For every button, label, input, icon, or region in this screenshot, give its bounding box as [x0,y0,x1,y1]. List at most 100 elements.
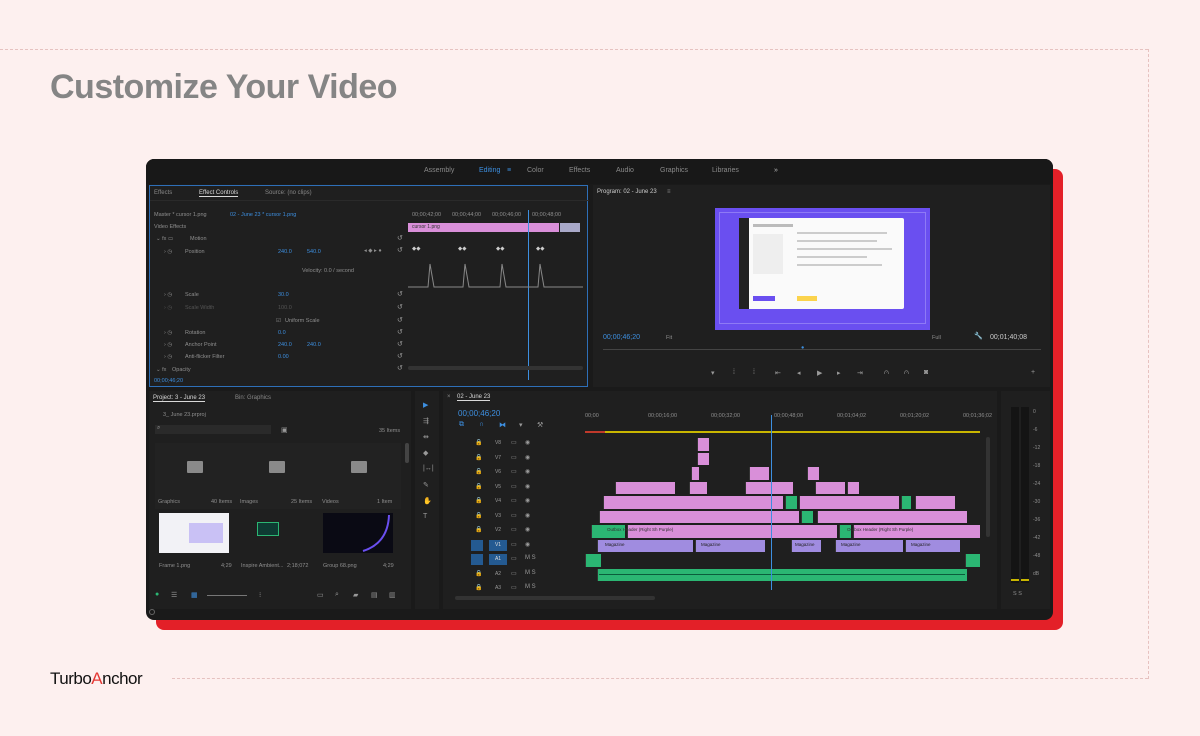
go-to-in-icon[interactable]: ⇤ [775,369,781,377]
timeline-playhead[interactable] [771,415,772,590]
ec-zoom-scrollbar[interactable] [408,366,583,370]
add-button-icon[interactable]: + [1031,369,1035,376]
timeline-clip[interactable] [691,467,699,480]
solo-icon[interactable]: S S [1013,591,1022,597]
track-label-v8[interactable]: V8 [489,438,507,449]
timeline-clip[interactable] [901,496,911,509]
add-marker-icon[interactable]: ▾ [519,421,523,429]
track-label-v4[interactable]: V4 [489,496,507,507]
reset-icon[interactable]: ↺ [397,340,403,348]
eye-icon[interactable]: M S [525,570,536,576]
workspace-assembly[interactable]: Assembly [424,167,454,174]
thumb-frame1[interactable] [159,513,229,553]
settings-wrench-icon[interactable]: ⚒ [537,421,543,429]
new-bin-icon[interactable]: ▣ [281,426,288,434]
track-lock-icon[interactable]: 🔒 [475,526,482,533]
eye-icon[interactable]: ◉ [525,439,530,446]
rotation-stopwatch-icon[interactable]: › ◷ [164,330,172,336]
eye-icon[interactable]: M S [525,555,536,561]
reset-icon[interactable]: ↺ [397,328,403,336]
timeline-clip[interactable] [807,467,819,480]
mark-out-icon[interactable]: ⁞ [733,369,735,376]
track-lock-icon[interactable]: 🔒 [475,497,482,504]
keyframe-icon[interactable]: ◆◆ [496,246,504,252]
reset-icon[interactable]: ↺ [397,234,403,242]
flicker-value[interactable]: 0.00 [278,354,289,360]
bin-graphics[interactable]: Graphics 40 Items [155,443,237,509]
list-view-icon[interactable]: ☰ [171,591,177,599]
track-lock-icon[interactable]: 🔒 [475,570,482,577]
sort-icon[interactable]: ⁝ [259,591,261,599]
track-label-v2[interactable]: V2 [489,525,507,536]
scale-value[interactable]: 30.0 [278,292,289,298]
step-back-icon[interactable]: ◂ [797,369,801,377]
eye-icon[interactable]: M S [525,584,536,590]
tab-project[interactable]: Project: 3 - June 23 [153,395,206,402]
lock-icon[interactable]: ● [155,591,159,598]
more-workspaces-icon[interactable]: » [774,167,778,174]
timeline-clip[interactable] [599,510,799,523]
workspace-effects[interactable]: Effects [569,167,590,174]
timeline-clip[interactable] [915,496,955,509]
timeline-clip[interactable] [585,554,601,567]
track-output-icon[interactable]: ▭ [511,468,517,475]
slip-tool-icon[interactable]: |↔| [423,465,434,472]
timeline-clip[interactable] [745,481,793,494]
program-scrub-bar[interactable] [603,349,1041,350]
automate-icon[interactable]: ▭ [317,591,324,599]
track-label-v1[interactable]: V1 [489,539,507,551]
track-output-icon[interactable]: ▭ [511,584,517,591]
tab-effect-controls[interactable]: Effect Controls [199,190,239,197]
bin-videos[interactable]: Videos 1 Item [319,443,401,509]
ec-transition[interactable] [560,223,580,232]
video-frame[interactable] [715,208,930,330]
timeline-timecode[interactable]: 00;00;46;20 [458,409,500,418]
track-output-icon[interactable]: ▭ [511,454,517,461]
timeline-clip[interactable] [689,481,707,494]
reset-icon[interactable]: ↺ [397,364,403,372]
track-output-icon[interactable]: ▭ [511,497,517,504]
workspace-graphics[interactable]: Graphics [660,167,688,174]
eye-icon[interactable]: ◉ [525,468,530,475]
snap-icon[interactable]: ∩ [479,421,484,428]
timeline-h-scrollbar[interactable] [455,596,655,600]
tab-sequence[interactable]: 02 - June 23 [457,394,491,401]
resolution-select[interactable]: Full [932,335,941,341]
extract-icon[interactable]: ⩀ [904,369,909,377]
selection-tool-icon[interactable]: ▶ [423,401,428,409]
timeline-clip[interactable] [603,496,783,509]
timeline-clip[interactable] [697,452,709,465]
uniform-scale-checkbox[interactable]: ☑ [276,318,281,324]
reset-icon[interactable]: ↺ [397,316,403,324]
sequence-clip[interactable]: 02 - June 23 * cursor 1.png [230,212,296,218]
timeline-clip[interactable] [785,496,797,509]
ec-playhead[interactable] [528,210,529,380]
track-output-icon[interactable]: ▭ [511,526,517,533]
scale-stopwatch-icon[interactable]: › ◷ [164,292,172,298]
tab-bin-graphics[interactable]: Bin: Graphics [235,395,271,401]
workspace-audio[interactable]: Audio [616,167,634,174]
source-patch[interactable] [471,554,483,565]
track-label-a3[interactable]: A3 [489,583,507,594]
keyframe-nav-icon[interactable]: ◂ ◆ ▸ ● [364,248,382,254]
timeline-tracks[interactable]: Outbox Header (Right Sh Purple) Outbox He… [585,437,980,597]
audio-clip-icon[interactable] [257,522,279,536]
reset-icon[interactable]: ↺ [397,290,403,298]
reset-icon[interactable]: ↺ [397,246,403,254]
zoom-fit-select[interactable]: Fit [666,335,672,341]
nest-icon[interactable]: ⧉ [459,421,464,429]
timeline-clip[interactable] [799,496,899,509]
anchor-x[interactable]: 240.0 [278,342,292,348]
export-frame-icon[interactable]: ◙ [924,369,928,376]
timeline-clip[interactable] [817,510,967,523]
timeline-clip[interactable] [749,467,769,480]
play-icon[interactable]: ▶ [817,369,822,377]
keyframe-icon[interactable]: ◆◆ [458,246,466,252]
trash-icon[interactable]: ▥ [389,591,396,599]
bin-images[interactable]: Images 25 Items [237,443,319,509]
new-item-icon[interactable]: ▤ [371,591,378,599]
keyframe-icon[interactable]: ◆◆ [412,246,420,252]
project-scrollbar[interactable] [405,443,409,463]
timeline-close-icon[interactable]: × [447,394,451,400]
ripple-tool-icon[interactable]: ⇹ [423,433,429,441]
